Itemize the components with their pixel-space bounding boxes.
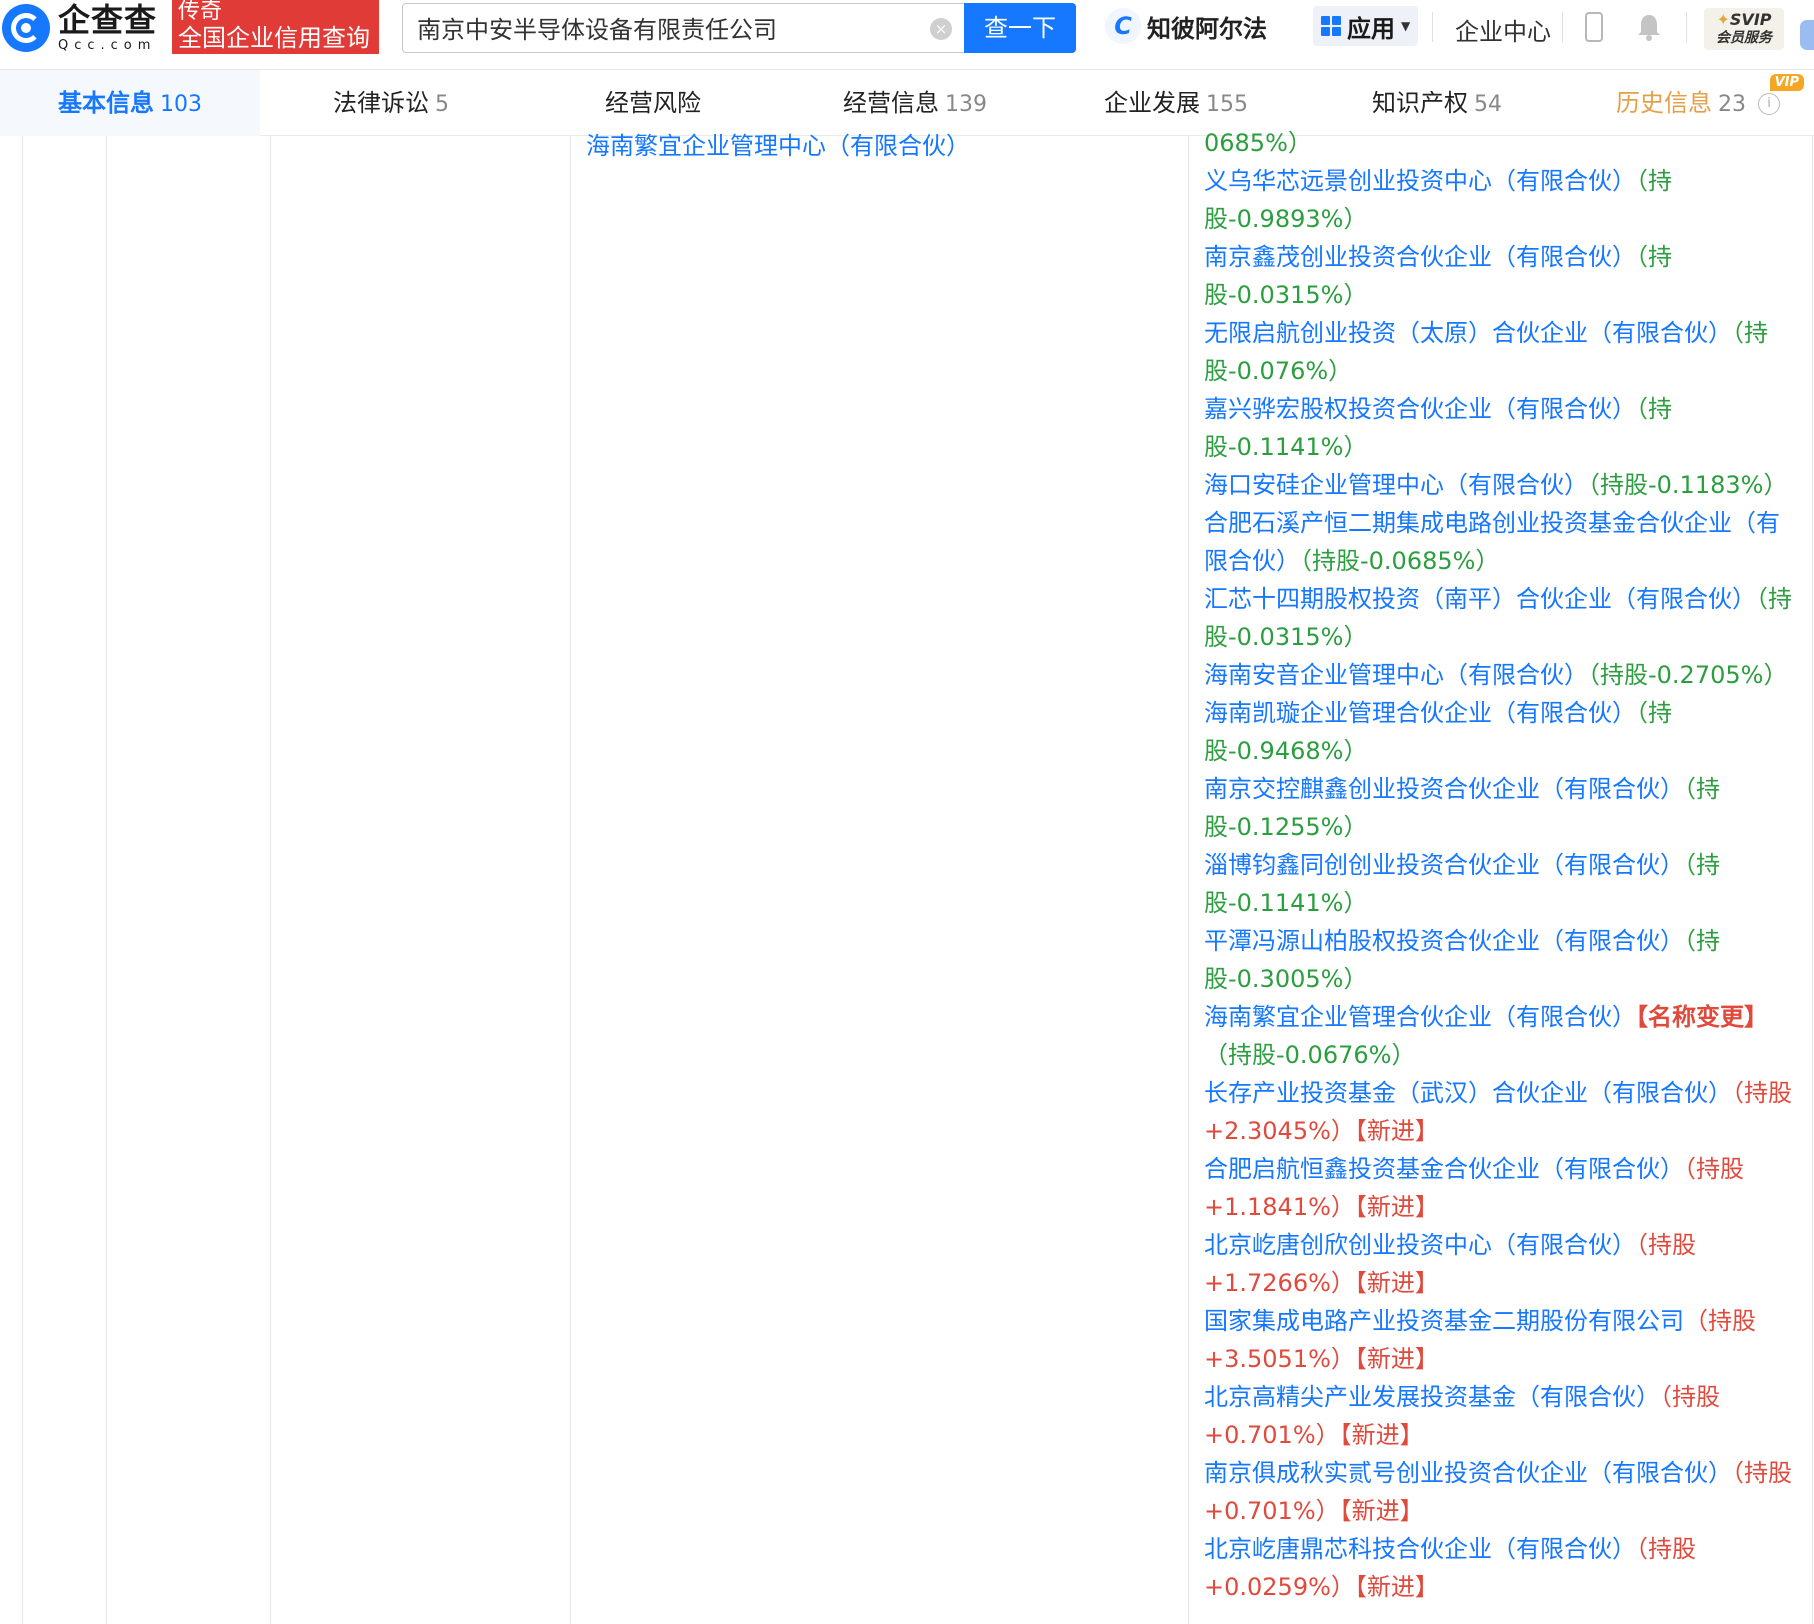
table-column-divider — [106, 136, 107, 1624]
table-column-divider — [570, 136, 571, 1624]
list-item: 汇芯十四期股权投资（南平）合伙企业（有限合伙）（持股-0.0315%） — [1204, 580, 1794, 656]
list-item: 合肥石溪产恒二期集成电路创业投资基金合伙企业（有限合伙）（持股-0.0685%） — [1204, 504, 1794, 580]
logo-name: 企查查 — [58, 1, 158, 39]
company-link[interactable]: 北京屹唐创欣创业投资中心（有限合伙） — [1204, 1231, 1636, 1259]
search-button[interactable]: 查一下 — [964, 3, 1076, 53]
company-link[interactable]: 义乌华芯远景创业投资中心（有限合伙） — [1204, 167, 1636, 195]
company-link[interactable]: 北京屹唐鼎芯科技合伙企业（有限合伙） — [1204, 1535, 1636, 1563]
company-link[interactable]: 合肥启航恒鑫投资基金合伙企业（有限合伙） — [1204, 1155, 1684, 1183]
list-item: 平潭冯源山柏股权投资合伙企业（有限合伙）（持股-0.3005%） — [1204, 922, 1794, 998]
company-link[interactable]: 平潭冯源山柏股权投资合伙企业（有限合伙） — [1204, 927, 1684, 955]
mobile-phone-icon[interactable] — [1585, 12, 1603, 42]
vip-badge: VIP — [1769, 74, 1804, 91]
qcc-logo-icon — [2, 4, 50, 52]
svip-label: SVIP — [1729, 10, 1772, 29]
app-menu-label: 应用 — [1347, 14, 1395, 43]
enterprise-center-link[interactable]: 企业中心 — [1455, 12, 1551, 47]
bell-icon[interactable] — [1634, 12, 1664, 42]
list-item: 无限启航创业投资（太原）合伙企业（有限合伙）（持股-0.076%） — [1204, 314, 1794, 390]
new-entry-tag: 【新进】 — [1339, 1421, 1424, 1449]
company-link[interactable]: 海口安硅企业管理中心（有限合伙） — [1204, 471, 1588, 499]
list-item: 嘉兴骅宏股权投资合伙企业（有限合伙）（持股-0.1141%） — [1204, 390, 1794, 466]
badge-line-2: 全国企业信用查询 — [178, 24, 370, 52]
company-link[interactable]: 南京鑫茂创业投资合伙企业（有限合伙） — [1204, 243, 1636, 271]
list-item: 北京屹唐创欣创业投资中心（有限合伙）（持股+1.7266%）【新进】 — [1204, 1226, 1794, 1302]
search-box: × — [402, 3, 964, 53]
table-column-divider — [270, 136, 271, 1624]
new-entry-tag: 【新进】 — [1354, 1117, 1439, 1145]
company-link[interactable]: 长存产业投资基金（武汉）合伙企业（有限合伙） — [1204, 1079, 1732, 1107]
list-item: 淄博钧鑫同创创业投资合伙企业（有限合伙）（持股-0.1141%） — [1204, 846, 1794, 922]
app-menu-button[interactable]: 应用 ▼ — [1313, 6, 1419, 46]
list-item: 合肥启航恒鑫投资基金合伙企业（有限合伙）（持股+1.1841%）【新进】 — [1204, 1150, 1794, 1226]
header-divider — [1562, 12, 1563, 42]
table-column-divider — [1188, 136, 1189, 1624]
new-entry-tag: 【新进】 — [1354, 1573, 1439, 1601]
list-item-fragment: 0685%） — [1204, 129, 1312, 157]
company-link[interactable]: 海南安音企业管理中心（有限合伙） — [1204, 661, 1588, 689]
side-widget-icon[interactable] — [1800, 20, 1814, 50]
svip-sublabel: 会员服务 — [1716, 30, 1772, 46]
badge-line-1: 传奇 — [178, 0, 223, 24]
company-link[interactable]: 北京高精尖产业发展投资基金（有限合伙） — [1204, 1383, 1660, 1411]
clear-icon[interactable]: × — [930, 18, 952, 40]
zhibi-alpha-icon: C — [1105, 8, 1141, 44]
legend-badge[interactable]: 传奇 全国企业信用查询 — [172, 0, 379, 54]
company-link[interactable]: 嘉兴骅宏股权投资合伙企业（有限合伙） — [1204, 395, 1636, 423]
new-entry-tag: 【新进】 — [1339, 1497, 1424, 1525]
table-column-divider — [1812, 136, 1813, 1624]
list-item: 海口安硅企业管理中心（有限合伙）（持股-0.1183%） — [1204, 466, 1794, 504]
zhibi-alpha-link[interactable]: C 知彼阿尔法 — [1105, 8, 1267, 44]
list-item: 海南凯璇企业管理合伙企业（有限合伙）（持股-0.9468%） — [1204, 694, 1794, 770]
share-change: （持股-0.1183%） — [1588, 471, 1788, 499]
list-item: 国家集成电路产业投资基金二期股份有限公司（持股+3.5051%）【新进】 — [1204, 1302, 1794, 1378]
grid-icon — [1321, 16, 1341, 36]
new-entry-tag: 【新进】 — [1354, 1193, 1439, 1221]
qcc-logo[interactable]: 企查查 Qcc.com — [2, 4, 157, 52]
info-icon[interactable]: i — [1758, 93, 1780, 115]
company-link[interactable]: 海南繁宜企业管理合伙企业（有限合伙） — [1204, 1003, 1636, 1031]
new-entry-tag: 【新进】 — [1354, 1345, 1439, 1373]
company-link[interactable]: 淄博钧鑫同创创业投资合伙企业（有限合伙） — [1204, 851, 1684, 879]
crown-icon: ✦ — [1716, 10, 1730, 29]
header-divider — [1432, 12, 1433, 42]
company-link[interactable]: 南京俱成秋实贰号创业投资合伙企业（有限合伙） — [1204, 1459, 1732, 1487]
share-change: （持股-0.2705%） — [1588, 661, 1788, 689]
list-item: 南京鑫茂创业投资合伙企业（有限合伙）（持股-0.0315%） — [1204, 238, 1794, 314]
company-link[interactable]: 无限启航创业投资（太原）合伙企业（有限合伙） — [1204, 319, 1732, 347]
header-divider — [1686, 12, 1687, 42]
share-change: （持股-0.0676%） — [1204, 1041, 1416, 1069]
new-entry-tag: 【新进】 — [1354, 1269, 1439, 1297]
logo-domain: Qcc.com — [58, 38, 157, 53]
company-link[interactable]: 国家集成电路产业投资基金二期股份有限公司 — [1204, 1307, 1684, 1335]
list-item: 义乌华芯远景创业投资中心（有限合伙）（持股-0.9893%） — [1204, 162, 1794, 238]
table-column-divider — [22, 136, 23, 1624]
list-item: 南京俱成秋实贰号创业投资合伙企业（有限合伙）（持股+0.701%）【新进】 — [1204, 1454, 1794, 1530]
company-link[interactable]: 海南凯璇企业管理合伙企业（有限合伙） — [1204, 699, 1636, 727]
tab-legal[interactable]: 法律诉讼 5 — [333, 70, 449, 136]
after-change-list: 0685%） 义乌华芯远景创业投资中心（有限合伙）（持股-0.9893%） 南京鑫… — [1204, 124, 1794, 1606]
top-header: 企查查 Qcc.com 传奇 全国企业信用查询 × 查一下 C 知彼阿尔法 应用… — [0, 0, 1814, 70]
tab-basic-info[interactable]: 基本信息 103 — [0, 70, 260, 136]
list-item: 北京屹唐鼎芯科技合伙企业（有限合伙）（持股+0.0259%）【新进】 — [1204, 1530, 1794, 1606]
list-item: 海南繁宜企业管理合伙企业（有限合伙）【名称变更】 （持股-0.0676%） — [1204, 998, 1794, 1074]
list-item: 南京交控麒鑫创业投资合伙企业（有限合伙）（持股-0.1255%） — [1204, 770, 1794, 846]
share-change: （持股-0.0685%） — [1300, 547, 1500, 575]
list-item: 长存产业投资基金（武汉）合伙企业（有限合伙）（持股+2.3045%）【新进】 — [1204, 1074, 1794, 1150]
svip-member-button[interactable]: ✦SVIP 会员服务 — [1704, 8, 1784, 50]
list-item: 海南安音企业管理中心（有限合伙）（持股-0.2705%） — [1204, 656, 1794, 694]
name-change-tag: 【名称变更】 — [1636, 1003, 1768, 1031]
company-link[interactable]: 汇芯十四期股权投资（南平）合伙企业（有限合伙） — [1204, 585, 1756, 613]
before-change-item[interactable]: 海南繁宜企业管理中心（有限合伙） — [586, 126, 970, 161]
change-record-table: 海南繁宜企业管理中心（有限合伙） 0685%） 义乌华芯远景创业投资中心（有限合… — [0, 129, 1814, 1624]
search-input[interactable] — [403, 4, 931, 50]
zhibi-alpha-label: 知彼阿尔法 — [1147, 14, 1267, 43]
company-link[interactable]: 南京交控麒鑫创业投资合伙企业（有限合伙） — [1204, 775, 1684, 803]
list-item: 北京高精尖产业发展投资基金（有限合伙）（持股+0.701%）【新进】 — [1204, 1378, 1794, 1454]
chevron-down-icon: ▼ — [1401, 19, 1411, 33]
